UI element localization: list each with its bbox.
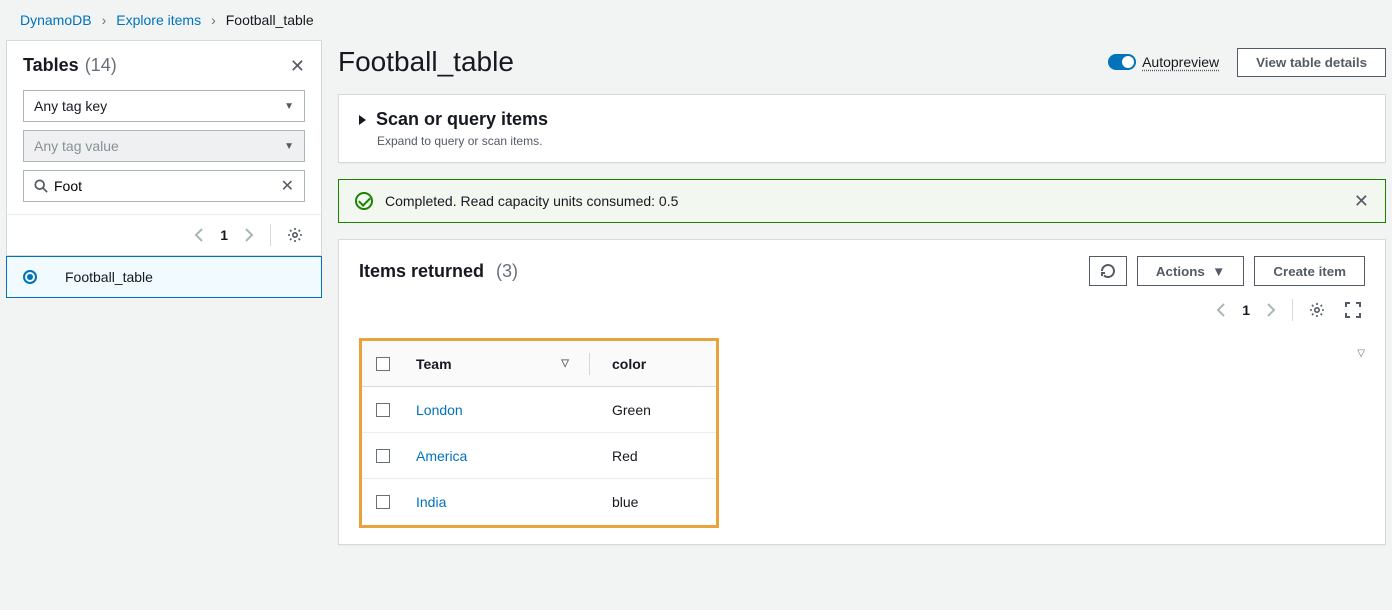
table-list-item[interactable]: Football_table bbox=[6, 256, 322, 298]
select-all-checkbox[interactable] bbox=[376, 357, 390, 371]
tag-value-label: Any tag value bbox=[34, 138, 119, 154]
column-header-color[interactable]: color bbox=[612, 356, 646, 372]
radio-selected-icon[interactable] bbox=[23, 270, 37, 284]
item-link[interactable]: India bbox=[416, 494, 446, 510]
actions-dropdown[interactable]: Actions ▼ bbox=[1137, 256, 1244, 286]
tag-key-value: Any tag key bbox=[34, 98, 107, 114]
caret-down-icon: ▼ bbox=[284, 101, 294, 112]
next-page-button[interactable] bbox=[240, 224, 258, 246]
clear-search-button[interactable]: ✕ bbox=[281, 176, 294, 196]
sort-icon[interactable]: ▽ bbox=[561, 358, 569, 369]
table-search-input[interactable] bbox=[48, 178, 281, 194]
divider bbox=[1292, 299, 1293, 321]
cell-color: Red bbox=[612, 448, 638, 464]
items-settings-button[interactable] bbox=[1305, 298, 1329, 322]
column-divider bbox=[589, 353, 590, 375]
table-list-item-label: Football_table bbox=[65, 269, 153, 285]
create-item-button[interactable]: Create item bbox=[1254, 256, 1365, 286]
refresh-button[interactable] bbox=[1089, 256, 1127, 286]
column-header-team[interactable]: Team bbox=[416, 356, 452, 372]
expand-icon[interactable] bbox=[359, 115, 366, 125]
row-checkbox[interactable] bbox=[376, 403, 390, 417]
breadcrumb-root[interactable]: DynamoDB bbox=[20, 12, 92, 28]
breadcrumb-current: Football_table bbox=[226, 12, 314, 28]
items-returned-count: (3) bbox=[496, 261, 518, 282]
page-title: Football_table bbox=[338, 46, 514, 78]
table-row: America Red bbox=[362, 433, 716, 479]
item-link[interactable]: London bbox=[416, 402, 463, 418]
prev-items-page[interactable] bbox=[1212, 299, 1230, 321]
autopreview-label: Autopreview bbox=[1142, 54, 1219, 70]
dismiss-alert-button[interactable]: ✕ bbox=[1354, 192, 1369, 210]
check-circle-icon bbox=[355, 192, 373, 210]
table-row: India blue bbox=[362, 479, 716, 525]
settings-button[interactable] bbox=[283, 223, 307, 247]
tables-title: Tables bbox=[23, 55, 79, 76]
tables-count: (14) bbox=[85, 55, 117, 76]
chevron-right-icon: › bbox=[102, 12, 107, 28]
items-panel: Items returned (3) Actions ▼ Create item… bbox=[338, 239, 1386, 545]
divider bbox=[270, 224, 271, 246]
next-items-page[interactable] bbox=[1262, 299, 1280, 321]
scan-query-panel: Scan or query items Expand to query or s… bbox=[338, 94, 1386, 163]
tag-value-select: Any tag value ▼ bbox=[23, 130, 305, 162]
close-sidebar-button[interactable]: ✕ bbox=[290, 57, 305, 75]
items-table: Team ▽ color London Green bbox=[359, 338, 719, 528]
actions-label: Actions bbox=[1156, 264, 1205, 279]
table-search[interactable]: ✕ bbox=[23, 170, 305, 202]
items-page-number: 1 bbox=[1242, 302, 1250, 318]
table-header-row: Team ▽ color bbox=[362, 341, 716, 387]
breadcrumb-explore[interactable]: Explore items bbox=[116, 12, 201, 28]
search-icon bbox=[34, 179, 48, 193]
autopreview-toggle[interactable]: Autopreview bbox=[1108, 54, 1219, 70]
alert-text: Completed. Read capacity units consumed:… bbox=[385, 193, 678, 209]
chevron-right-icon: › bbox=[211, 12, 216, 28]
table-row: London Green bbox=[362, 387, 716, 433]
success-alert: Completed. Read capacity units consumed:… bbox=[338, 179, 1386, 223]
item-link[interactable]: America bbox=[416, 448, 467, 464]
cell-color: Green bbox=[612, 402, 651, 418]
row-checkbox[interactable] bbox=[376, 495, 390, 509]
page-number: 1 bbox=[220, 227, 228, 243]
row-checkbox[interactable] bbox=[376, 449, 390, 463]
cell-color: blue bbox=[612, 494, 638, 510]
caret-down-icon[interactable]: ▽ bbox=[1357, 348, 1365, 359]
view-table-details-button[interactable]: View table details bbox=[1237, 48, 1386, 77]
tag-key-select[interactable]: Any tag key ▼ bbox=[23, 90, 305, 122]
items-returned-title: Items returned bbox=[359, 261, 484, 282]
prev-page-button[interactable] bbox=[190, 224, 208, 246]
scan-query-title: Scan or query items bbox=[376, 109, 548, 130]
fullscreen-button[interactable] bbox=[1341, 298, 1365, 322]
toggle-switch-icon[interactable] bbox=[1108, 54, 1136, 70]
caret-down-icon: ▼ bbox=[284, 141, 294, 152]
breadcrumb: DynamoDB › Explore items › Football_tabl… bbox=[0, 0, 1392, 40]
scan-query-subtitle: Expand to query or scan items. bbox=[359, 134, 1365, 148]
